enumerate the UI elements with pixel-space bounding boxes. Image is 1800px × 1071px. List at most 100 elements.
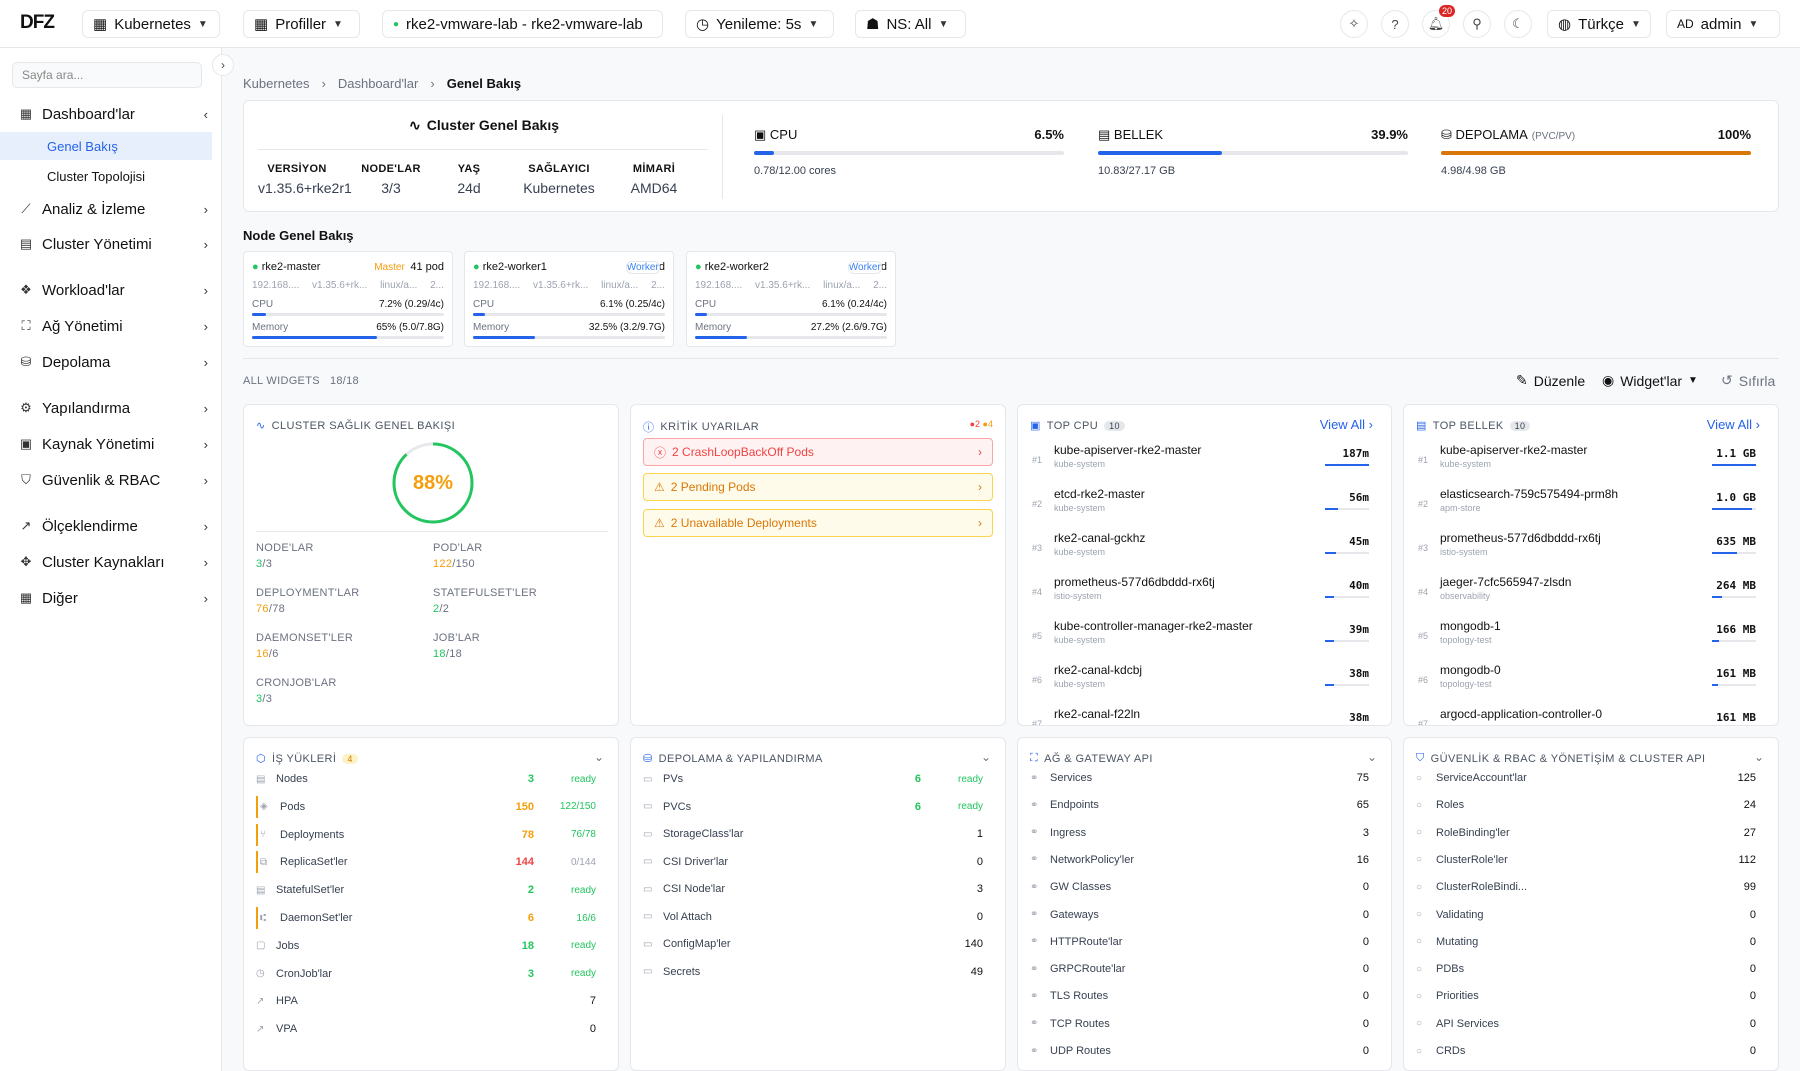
workload-row[interactable]: ⑆ DaemonSet'ler 6 16/6 [256, 907, 606, 929]
breadcrumb-dashboards[interactable]: Dashboard'lar [338, 76, 419, 91]
workloads-collapse-toggle[interactable]: ⌄ [594, 750, 604, 764]
node-card-master[interactable]: ● rke2-master Master 41 pod 192.168.... v1… [243, 251, 453, 347]
namespace-select[interactable]: ☗ NS: All ▼ [855, 10, 966, 38]
nav-other[interactable]: ▦ Diğer › [0, 584, 222, 612]
node-card-worker2[interactable]: ● rke2-worker2Worker 61 pod 192.168....v… [686, 251, 896, 347]
workload-row[interactable]: ▢ Jobs 18 ready [256, 935, 606, 957]
storage-row[interactable]: ▭ Secrets 49 [643, 961, 993, 983]
top-list-row[interactable]: #5 kube-controller-manager-rke2-master kub… [1032, 619, 1377, 659]
nav-storage[interactable]: ⛁ Depolama › [0, 348, 222, 376]
workload-row[interactable]: ↗ HPA 7 [256, 990, 606, 1012]
workload-row[interactable]: ▤ Nodes 3 ready [256, 768, 606, 790]
network-row[interactable]: ⚭ Services 75 [1030, 767, 1379, 789]
storage-row[interactable]: ▭ CSI Node'lar 3 [643, 878, 993, 900]
workload-row[interactable]: ⧉ ReplicaSet'ler 144 0/144 [256, 851, 606, 874]
moon-icon[interactable]: ☾ [1504, 10, 1532, 38]
nav-general-overview[interactable]: Genel Bakış [0, 132, 212, 160]
network-row[interactable]: ⚭ HTTPRoute'lar 0 [1030, 931, 1379, 953]
network-row[interactable]: ⚭ GRPCRoute'lar 0 [1030, 958, 1379, 980]
security-row[interactable]: ○ ClusterRole'ler 112 [1416, 849, 1766, 871]
nav-workloads[interactable]: ❖ Workload'lar › [0, 276, 222, 304]
storage-row[interactable]: ▭ CSI Driver'lar 0 [643, 851, 993, 873]
cluster-select[interactable]: ● rke2-vmware-lab - rke2-vmware-lab [382, 10, 663, 38]
ai-sparkle-icon[interactable]: ✧ [1340, 10, 1368, 38]
storage-collapse-toggle[interactable]: ⌄ [981, 750, 991, 764]
kubernetes-select[interactable]: ▦ Kubernetes ▼ [82, 10, 220, 38]
security-row[interactable]: ○ ClusterRoleBindi... 99 [1416, 876, 1766, 898]
network-row[interactable]: ⚭ Endpoints 65 [1030, 794, 1379, 816]
top-memory-view-all[interactable]: View All › [1707, 417, 1760, 432]
top-list-row[interactable]: #6 mongodb-0 topology-test 161 MB [1418, 663, 1764, 703]
page-search-input[interactable]: Sayfa ara... [12, 62, 202, 88]
top-list-row[interactable]: #1 kube-apiserver-rke2-master kube-system 1… [1418, 443, 1764, 483]
security-collapse-toggle[interactable]: ⌄ [1754, 750, 1764, 764]
edit-button[interactable]: ✎ Düzenle [1516, 372, 1585, 389]
alert-pending[interactable]: ⚠ 2 Pending Pods › [643, 473, 993, 501]
security-row[interactable]: ○ Roles 24 [1416, 794, 1766, 816]
network-row[interactable]: ⚭ TCP Routes 0 [1030, 1013, 1379, 1035]
storage-row[interactable]: ▭ Vol Attach 0 [643, 906, 993, 928]
refresh-select[interactable]: ◷ Yenileme: 5s ▼ [685, 10, 834, 38]
nav-resource-management[interactable]: ▣ Kaynak Yönetimi › [0, 430, 222, 458]
logo[interactable]: DFZ [20, 12, 55, 34]
storage-row[interactable]: ▭ ConfigMap'ler 140 [643, 933, 993, 955]
security-row[interactable]: ○ ServiceAccount'lar 125 [1416, 767, 1766, 789]
security-row[interactable]: ○ Validating 0 [1416, 904, 1766, 926]
security-row[interactable]: ○ RoleBinding'ler 27 [1416, 822, 1766, 844]
alert-crashloop[interactable]: ⓧ 2 CrashLoopBackOff Pods › [643, 438, 993, 466]
network-row[interactable]: ⚭ GW Classes 0 [1030, 876, 1379, 898]
node-card-worker1[interactable]: ● rke2-worker1Worker 46 pod 192.168....v… [464, 251, 674, 347]
workload-row[interactable]: ◈ Pods 150 122/150 [256, 795, 606, 818]
nav-security[interactable]: ⛉ Güvenlik & RBAC › [0, 466, 222, 494]
top-list-row[interactable]: #4 prometheus-577d6dbddd-rx6tj istio-syste… [1032, 575, 1377, 615]
top-list-row[interactable]: #6 rke2-canal-kdcbj kube-system 38m [1032, 663, 1377, 703]
top-list-row[interactable]: #5 mongodb-1 topology-test 166 MB [1418, 619, 1764, 659]
breadcrumb-kubernetes[interactable]: Kubernetes [243, 76, 310, 91]
nav-cluster-management[interactable]: ▤ Cluster Yönetimi › [0, 230, 222, 258]
network-row[interactable]: ⚭ TLS Routes 0 [1030, 985, 1379, 1007]
sidebar-collapse-button[interactable]: › [212, 54, 234, 76]
top-list-row[interactable]: #7 rke2-canal-f22ln 38m [1032, 707, 1377, 725]
security-row[interactable]: ○ CRDs 0 [1416, 1040, 1766, 1062]
nav-cluster-resources[interactable]: ✥ Cluster Kaynakları › [0, 548, 222, 576]
top-list-row[interactable]: #2 etcd-rke2-master kube-system 56m [1032, 487, 1377, 527]
language-select[interactable]: ◍ Türkçe ▼ [1547, 10, 1651, 38]
help-icon[interactable]: ? [1381, 10, 1409, 38]
workload-row[interactable]: ⑂ Deployments 78 76/78 [256, 823, 606, 846]
workload-row[interactable]: ◷ CronJob'lar 3 ready [256, 963, 606, 985]
storage-row[interactable]: ▭ PVCs 6 ready [643, 796, 993, 818]
security-row[interactable]: ○ Priorities 0 [1416, 985, 1766, 1007]
storage-row[interactable]: ▭ StorageClass'lar 1 [643, 823, 993, 845]
alert-unavailable[interactable]: ⚠ 2 Unavailable Deployments › [643, 509, 993, 537]
network-row[interactable]: ⚭ Ingress 3 [1030, 822, 1379, 844]
user-menu[interactable]: AD admin ▼ [1666, 10, 1780, 38]
nav-dashboards[interactable]: ▦ Dashboard'lar ‹ [0, 100, 222, 128]
widgets-button[interactable]: ◉ Widget'lar ▼ [1602, 372, 1698, 389]
nav-configuration[interactable]: ⚙ Yapılandırma › [0, 394, 222, 422]
nav-network[interactable]: ⛶ Ağ Yönetimi › [0, 312, 222, 340]
security-row[interactable]: ○ Mutating 0 [1416, 931, 1766, 953]
nav-cluster-topology[interactable]: Cluster Topolojisi [0, 162, 212, 190]
bell-icon[interactable]: 🔔︎ 20 [1422, 5, 1455, 38]
security-row[interactable]: ○ PDBs 0 [1416, 958, 1766, 980]
reset-button[interactable]: ↺ Sıfırla [1721, 372, 1775, 389]
network-row[interactable]: ⚭ Gateways 0 [1030, 904, 1379, 926]
network-collapse-toggle[interactable]: ⌄ [1367, 750, 1377, 764]
top-list-row[interactable]: #4 jaeger-7cfc565947-zlsdn observability 26… [1418, 575, 1764, 615]
top-list-row[interactable]: #2 elasticsearch-759c575494-prm8h apm-stor… [1418, 487, 1764, 527]
top-cpu-view-all[interactable]: View All › [1320, 417, 1373, 432]
security-row[interactable]: ○ API Services 0 [1416, 1013, 1766, 1035]
top-list-row[interactable]: #3 prometheus-577d6dbddd-rx6tj istio-syste… [1418, 531, 1764, 571]
top-list-row[interactable]: #1 kube-apiserver-rke2-master kube-system 1… [1032, 443, 1377, 483]
network-row[interactable]: ⚭ NetworkPolicy'ler 16 [1030, 849, 1379, 871]
nav-analysis[interactable]: ⟋ Analiz & İzleme › [0, 195, 222, 223]
network-row[interactable]: ⚭ UDP Routes 0 [1030, 1040, 1379, 1062]
top-list-row[interactable]: #7 argocd-application-controller-0 161 MB [1418, 707, 1764, 725]
workload-row[interactable]: ▤ StatefulSet'ler 2 ready [256, 879, 606, 901]
storage-row[interactable]: ▭ PVs 6 ready [643, 768, 993, 790]
profiles-select[interactable]: ▦ Profiller ▼ [243, 10, 360, 38]
nav-scaling[interactable]: ↗ Ölçeklendirme › [0, 512, 222, 540]
top-list-row[interactable]: #3 rke2-canal-gckhz kube-system 45m [1032, 531, 1377, 571]
workload-row[interactable]: ↗ VPA 0 [256, 1018, 606, 1040]
pin-icon[interactable]: ⚲ [1463, 10, 1491, 38]
